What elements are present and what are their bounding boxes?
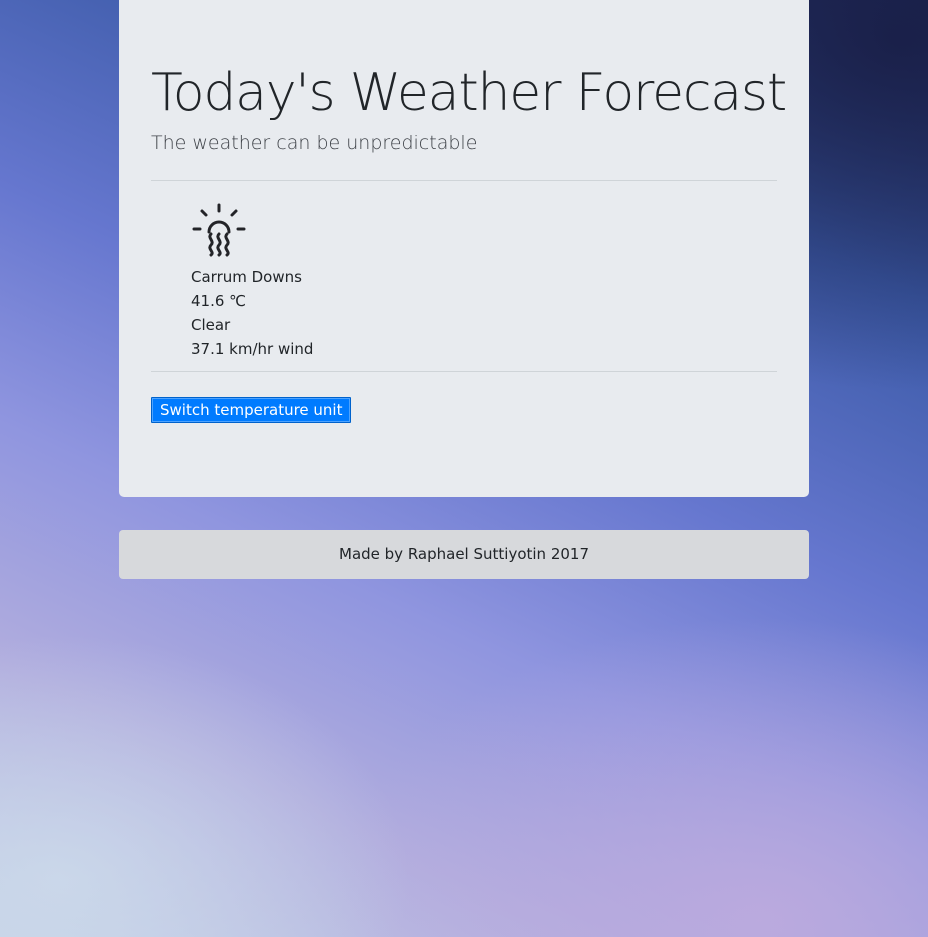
weather-condition: Clear	[191, 315, 231, 334]
temperature-value: 41.6 ℃	[191, 291, 247, 310]
weather-card: Today's Weather Forecast The weather can…	[119, 0, 809, 497]
location-name: Carrum Downs	[191, 267, 302, 286]
wind-speed: 37.1 km/hr wind	[191, 339, 314, 358]
footer-credit: Made by Raphael Suttiyotin 2017	[119, 530, 809, 579]
page-title: Today's Weather Forecast	[151, 63, 787, 123]
switch-temperature-unit-button[interactable]: Switch temperature unit	[151, 396, 352, 423]
hot-sun-heat-icon	[192, 203, 246, 257]
bottom-divider	[151, 370, 777, 372]
weather-summary: Carrum Downs 41.6 ℃ Clear 37.1 km/hr win…	[151, 181, 777, 358]
page-subtitle: The weather can be unpredictable	[151, 131, 478, 154]
